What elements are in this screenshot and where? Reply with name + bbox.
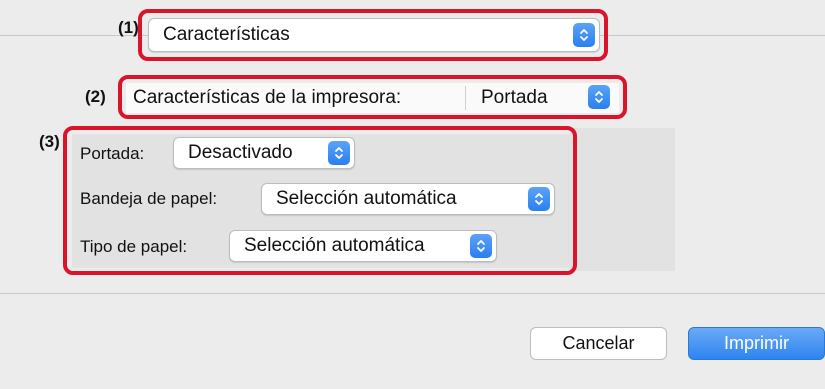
- callout-label-2: (2): [85, 87, 106, 106]
- callout-highlight-3: [63, 126, 577, 275]
- callout-highlight-2: [118, 75, 627, 119]
- callout-highlight-1: [138, 9, 608, 61]
- options-box-extension: [570, 128, 675, 271]
- callout-label-1: (1): [118, 18, 139, 37]
- cancel-button[interactable]: Cancelar: [530, 327, 667, 360]
- print-button[interactable]: Imprimir: [688, 327, 825, 360]
- callout-label-3: (3): [39, 132, 60, 151]
- divider-bottom: [0, 293, 825, 294]
